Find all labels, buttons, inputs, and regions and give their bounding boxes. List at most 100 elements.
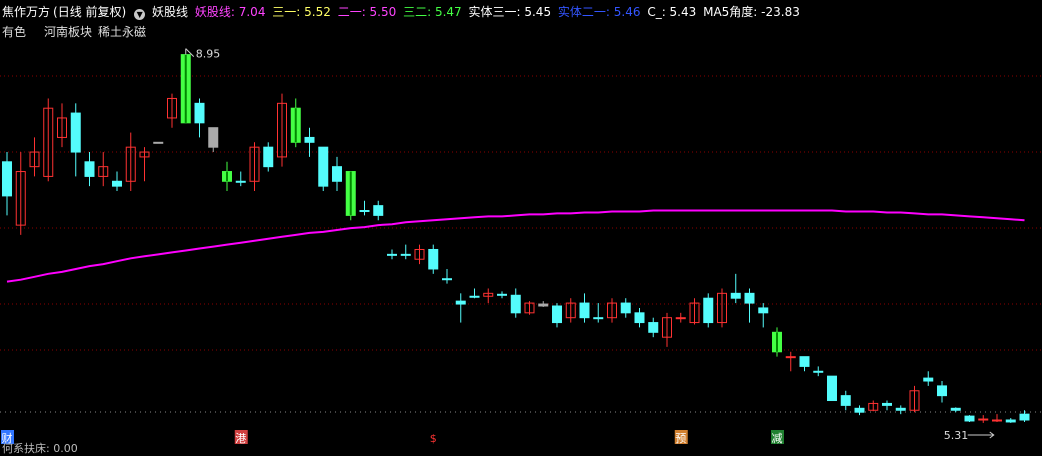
candle-body bbox=[497, 293, 507, 296]
candle-body bbox=[840, 395, 851, 406]
candle-body bbox=[827, 375, 837, 402]
candle-body bbox=[992, 419, 1002, 422]
candle-body bbox=[799, 356, 810, 367]
candle bbox=[950, 407, 961, 413]
candle bbox=[455, 293, 466, 323]
candle bbox=[634, 307, 645, 328]
candle bbox=[57, 103, 67, 148]
candle-body bbox=[70, 112, 81, 153]
candle-body bbox=[593, 317, 604, 320]
annotations-layer: 8.95 5.31 bbox=[185, 48, 995, 442]
candle bbox=[153, 141, 164, 144]
candle bbox=[538, 301, 549, 307]
candle bbox=[909, 385, 920, 413]
candles-layer bbox=[2, 54, 1030, 423]
candle bbox=[992, 414, 1002, 422]
candle-body bbox=[208, 127, 219, 148]
candle-body bbox=[579, 302, 590, 319]
candle bbox=[937, 381, 947, 403]
candle bbox=[70, 103, 81, 177]
candle-body bbox=[620, 302, 631, 314]
candle bbox=[290, 98, 301, 148]
candle bbox=[593, 303, 604, 323]
candle-body bbox=[937, 385, 947, 397]
candle bbox=[359, 200, 370, 216]
candle-body bbox=[895, 407, 906, 411]
candle bbox=[139, 147, 150, 182]
candle bbox=[497, 291, 507, 299]
candle-body bbox=[675, 317, 686, 320]
high-price-label: 8.95 bbox=[196, 48, 221, 61]
candle bbox=[827, 375, 837, 402]
candle-body bbox=[882, 402, 892, 406]
candle bbox=[785, 351, 796, 372]
candle bbox=[208, 127, 219, 153]
candle bbox=[483, 288, 494, 304]
candle bbox=[2, 152, 12, 216]
candle bbox=[29, 137, 40, 177]
candle-body bbox=[194, 102, 205, 124]
candle-body bbox=[332, 166, 342, 182]
candle bbox=[318, 146, 329, 192]
candle-body bbox=[387, 253, 397, 256]
candle bbox=[772, 327, 782, 357]
event-marker-label: 港 bbox=[235, 432, 246, 445]
candle bbox=[222, 161, 232, 192]
candle bbox=[620, 298, 631, 318]
candle bbox=[689, 298, 700, 325]
candle-body bbox=[112, 180, 122, 187]
candle-body bbox=[1019, 413, 1030, 421]
candle bbox=[868, 400, 879, 412]
candle bbox=[304, 127, 315, 157]
candle-body bbox=[2, 161, 12, 197]
candle-body bbox=[263, 146, 274, 168]
candle bbox=[15, 152, 26, 235]
candle bbox=[923, 371, 934, 386]
candle-body bbox=[235, 180, 246, 183]
candle bbox=[1019, 410, 1030, 422]
event-marker: 减 bbox=[771, 430, 784, 445]
candle bbox=[167, 93, 177, 128]
candle bbox=[895, 405, 906, 415]
candle bbox=[964, 415, 975, 422]
candle bbox=[43, 98, 54, 182]
candle bbox=[799, 356, 810, 372]
low-price-label: 5.31 bbox=[944, 429, 969, 442]
candle-body bbox=[1005, 419, 1016, 423]
candle-body bbox=[455, 300, 466, 305]
candle bbox=[373, 200, 384, 221]
candle bbox=[703, 293, 714, 328]
candle bbox=[717, 288, 727, 328]
candle bbox=[978, 415, 989, 423]
candlestick-chart[interactable]: 8.955.31 财港 $ 预减 bbox=[0, 0, 1042, 452]
candle bbox=[442, 268, 452, 284]
candle bbox=[194, 98, 205, 138]
candle bbox=[400, 244, 411, 260]
candle-body bbox=[84, 161, 95, 177]
candle-body bbox=[785, 356, 796, 359]
candle bbox=[662, 312, 672, 347]
candle-body bbox=[442, 278, 452, 281]
candle bbox=[1005, 418, 1016, 423]
candle-body bbox=[469, 295, 480, 298]
candle-body bbox=[552, 305, 562, 324]
candle bbox=[277, 93, 287, 167]
candle bbox=[854, 405, 865, 416]
event-marker: 港 bbox=[234, 430, 248, 445]
candle bbox=[840, 390, 851, 411]
candle bbox=[387, 249, 397, 260]
candle-body bbox=[703, 297, 714, 324]
candle-body bbox=[648, 322, 659, 333]
candle bbox=[675, 312, 686, 323]
candle bbox=[552, 303, 562, 328]
event-markers-layer: 财港 $ 预减 bbox=[1, 430, 784, 445]
candle bbox=[345, 171, 356, 221]
candle-body bbox=[730, 292, 741, 299]
event-marker: $ bbox=[430, 432, 437, 445]
candle-body bbox=[923, 377, 934, 382]
candle bbox=[263, 142, 274, 172]
candle bbox=[469, 288, 480, 299]
candle-body bbox=[428, 248, 439, 270]
candle-body bbox=[744, 292, 755, 304]
candle-body bbox=[304, 136, 315, 143]
